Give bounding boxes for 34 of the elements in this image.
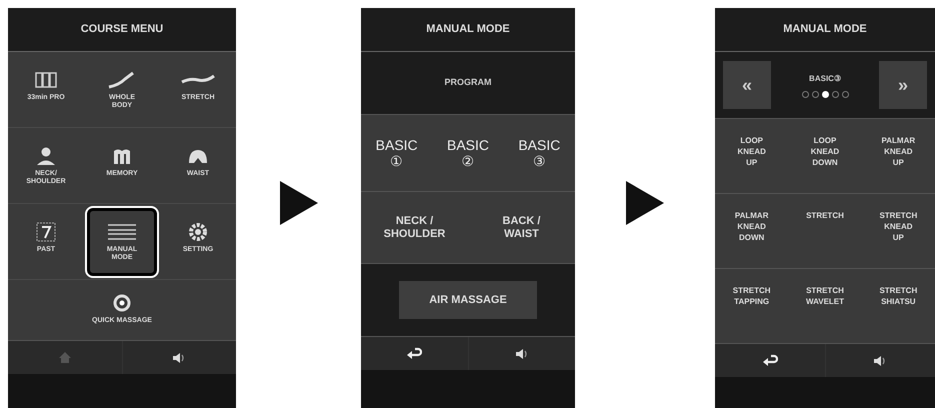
return-icon[interactable]: [762, 354, 778, 368]
speaker-icon[interactable]: [514, 348, 529, 360]
program-button[interactable]: BASIC ②: [432, 115, 504, 191]
speaker-icon[interactable]: [873, 354, 888, 366]
program-button[interactable]: BASIC ③: [504, 115, 575, 191]
return-icon[interactable]: [406, 346, 422, 360]
hips-icon: [187, 148, 209, 164]
screen-title: COURSE MENU: [80, 22, 164, 38]
technique-button[interactable]: STRETCH: [788, 193, 862, 268]
area-button[interactable]: BACK / WAIST: [468, 192, 575, 263]
speaker-icon[interactable]: [172, 352, 186, 364]
stretched-chair-icon: [181, 74, 215, 86]
gear-icon: [188, 222, 208, 242]
person-icon: [36, 146, 56, 166]
technique-button[interactable]: PALMAR KNEAD DOWN: [715, 193, 788, 268]
screen-title: MANUAL MODE: [783, 22, 867, 38]
technique-button[interactable]: LOOP KNEAD UP: [715, 118, 788, 193]
memory-m-icon: [112, 146, 132, 164]
play-arrow-icon: [280, 181, 318, 225]
previous-button[interactable]: «: [723, 61, 771, 109]
program-button[interactable]: BASIC ①: [361, 115, 432, 191]
next-button[interactable]: »: [879, 61, 927, 109]
lines-icon: [107, 222, 137, 240]
play-arrow-icon: [626, 181, 664, 225]
technique-button[interactable]: LOOP KNEAD DOWN: [788, 118, 862, 193]
program-name: BASIC③: [809, 72, 841, 84]
area-button[interactable]: NECK / SHOULDER: [361, 192, 468, 263]
technique-button[interactable]: STRETCH KNEAD UP: [862, 193, 935, 268]
past-icon: [36, 222, 56, 242]
section-label: PROGRAM: [444, 76, 492, 90]
technique-button[interactable]: PALMAR KNEAD UP: [862, 118, 935, 193]
reclined-chair-icon: [107, 70, 137, 88]
screen-title: MANUAL MODE: [426, 22, 510, 38]
air-massage-button[interactable]: AIR MASSAGE: [399, 281, 537, 319]
